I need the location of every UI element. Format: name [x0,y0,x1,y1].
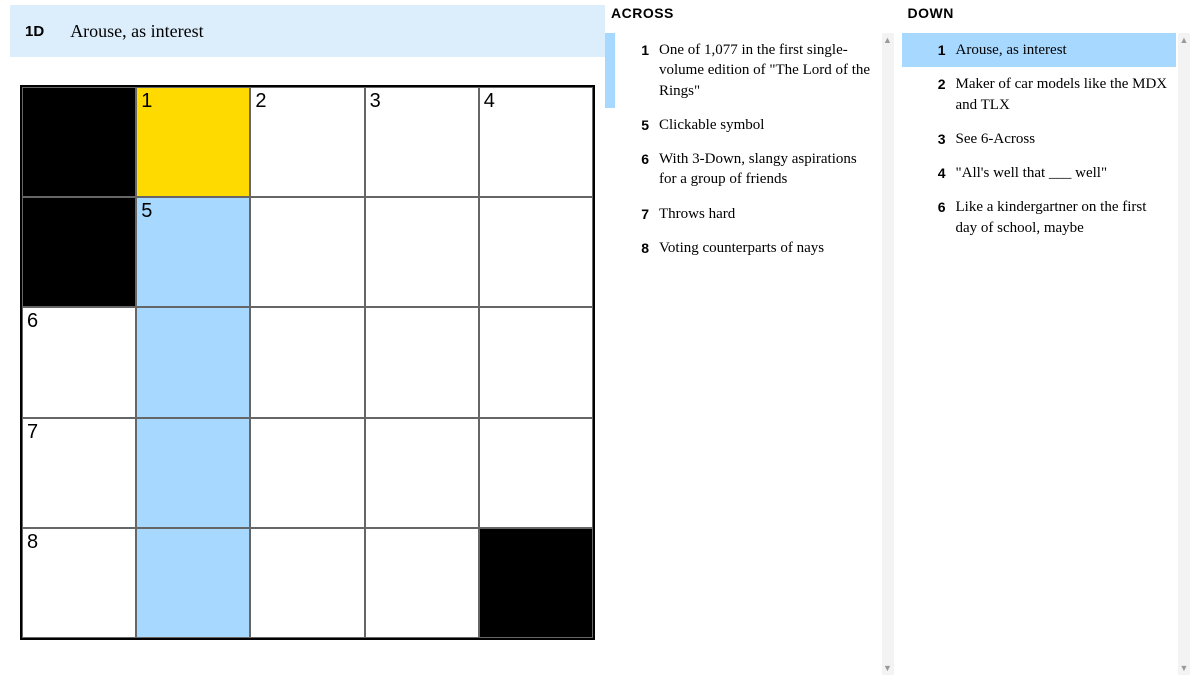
down-clue-list[interactable]: 1 Arouse, as interest 2Maker of car models… [902,33,1191,675]
grid-cell[interactable]: 7 [22,418,136,528]
clue-item[interactable]: 6Like a kindergartner on the first day o… [902,190,1177,245]
clue-text: "All's well that ___ well" [956,163,1171,183]
clue-number: 4 [926,163,946,183]
cell-number: 5 [141,200,152,223]
clue-number: 2 [926,74,946,115]
cell-number: 6 [27,310,38,333]
clue-text: See 6-Across [956,129,1171,149]
clue-number: 6 [926,197,946,238]
clue-number: 8 [629,238,649,258]
down-heading: DOWN [908,5,1191,21]
clue-text: Throws hard [659,204,874,224]
across-clue-list[interactable]: 1One of 1,077 in the first single-volume… [605,33,894,675]
grid-cell[interactable]: 1 [136,87,250,197]
grid-cell [22,87,136,197]
grid-cell [22,197,136,307]
grid-cell[interactable] [136,528,250,638]
clue-item[interactable]: 5 Clickable symbol [605,108,880,142]
current-clue-text: Arouse, as interest [70,21,203,42]
current-clue-bar[interactable]: 1D Arouse, as interest [10,5,605,57]
across-scrollbar[interactable]: ▲ ▼ [882,33,894,675]
across-heading: ACROSS [611,5,894,21]
crossword-grid[interactable]: 1 2 3 4 5 6 7 8 [20,85,595,640]
clue-number: 1 [926,40,946,60]
grid-cell [479,528,593,638]
clue-number: 7 [629,204,649,224]
clue-item[interactable]: 6With 3-Down, slangy aspirations for a g… [605,142,880,197]
clue-item[interactable]: 1One of 1,077 in the first single-volume… [605,33,880,108]
clue-item[interactable]: 8 Voting counterparts of nays [605,231,880,265]
clue-item[interactable]: 2Maker of car models like the MDX and TL… [902,67,1177,122]
scroll-down-icon[interactable]: ▼ [882,661,894,675]
clue-text: Like a kindergartner on the first day of… [956,197,1171,238]
grid-cell[interactable] [479,307,593,417]
cell-number: 4 [484,90,495,113]
clue-text: Voting counterparts of nays [659,238,874,258]
clue-number: 6 [629,149,649,190]
clue-number: 1 [629,40,649,101]
grid-cell[interactable] [250,197,364,307]
grid-cell[interactable] [365,418,479,528]
clue-text: Clickable symbol [659,115,874,135]
clue-lists: ACROSS 1One of 1,077 in the first single… [605,0,1190,675]
clue-text: Arouse, as interest [956,40,1171,60]
clue-text: Maker of car models like the MDX and TLX [956,74,1171,115]
clue-number: 5 [629,115,649,135]
down-scrollzone: 1 Arouse, as interest 2Maker of car models… [902,33,1191,675]
crossword-app: 1D Arouse, as interest 1 2 3 4 5 6 7 8 ACROSS 1… [0,0,1200,675]
grid-cell[interactable]: 5 [136,197,250,307]
grid-cell[interactable] [365,307,479,417]
cell-number: 2 [255,90,266,113]
grid-cell[interactable] [250,418,364,528]
clue-number: 3 [926,129,946,149]
cell-number: 1 [141,90,152,113]
scroll-up-icon[interactable]: ▲ [1178,33,1190,47]
cell-number: 8 [27,531,38,554]
grid-cell[interactable]: 3 [365,87,479,197]
grid-cell[interactable] [365,528,479,638]
left-panel: 1D Arouse, as interest 1 2 3 4 5 6 7 8 [10,0,605,675]
grid-cell[interactable] [479,418,593,528]
grid-cell[interactable]: 6 [22,307,136,417]
clue-item[interactable]: 7 Throws hard [605,197,880,231]
cell-number: 3 [370,90,381,113]
grid-cell[interactable] [136,418,250,528]
clue-item[interactable]: 4 "All's well that ___ well" [902,156,1177,190]
clue-text: One of 1,077 in the first single-volume … [659,40,874,101]
scroll-up-icon[interactable]: ▲ [882,33,894,47]
down-scrollbar[interactable]: ▲ ▼ [1178,33,1190,675]
clue-item[interactable]: 1 Arouse, as interest [902,33,1177,67]
across-column: ACROSS 1One of 1,077 in the first single… [605,5,894,675]
grid-cell[interactable] [479,197,593,307]
scroll-down-icon[interactable]: ▼ [1178,661,1190,675]
down-column: DOWN 1 Arouse, as interest 2Maker of car m… [902,5,1191,675]
across-scrollzone: 1One of 1,077 in the first single-volume… [605,33,894,675]
clue-item[interactable]: 3 See 6-Across [902,122,1177,156]
grid-cell[interactable] [136,307,250,417]
grid-cell[interactable]: 4 [479,87,593,197]
grid-cell[interactable] [365,197,479,307]
grid-cell[interactable] [250,528,364,638]
current-clue-id: 1D [25,23,44,40]
clue-text: With 3-Down, slangy aspirations for a gr… [659,149,874,190]
grid-cell[interactable]: 2 [250,87,364,197]
grid-cell[interactable]: 8 [22,528,136,638]
cell-number: 7 [27,421,38,444]
grid-cell[interactable] [250,307,364,417]
